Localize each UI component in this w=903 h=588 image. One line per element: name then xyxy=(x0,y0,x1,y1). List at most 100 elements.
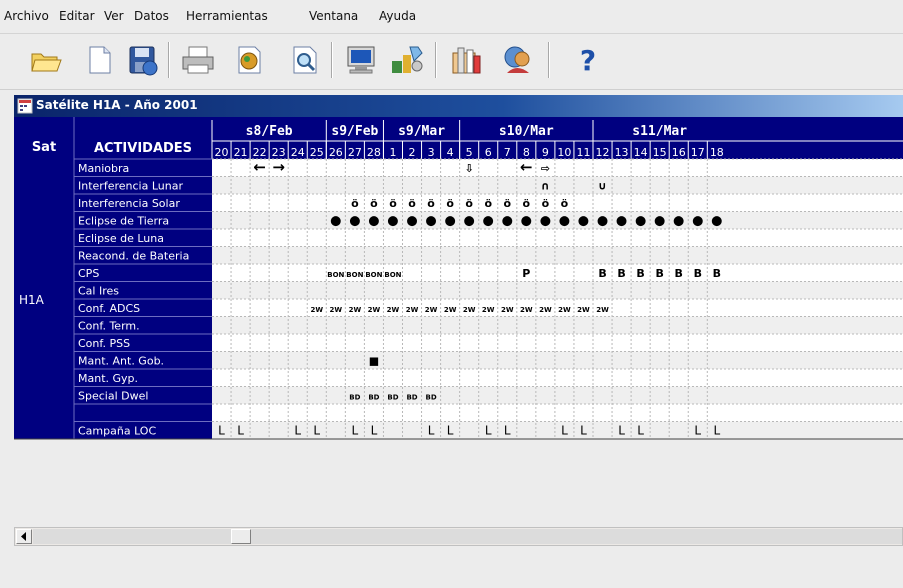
day-header: 1 xyxy=(389,146,396,159)
week-header: s10/Mar xyxy=(499,124,554,139)
activity-mark: 2W xyxy=(558,306,571,314)
activity-mark: BD xyxy=(368,394,379,402)
row-stripe xyxy=(212,351,903,369)
new-document-icon[interactable] xyxy=(79,40,119,80)
activity-mark: 2W xyxy=(310,306,323,314)
scrollbar-thumb[interactable] xyxy=(231,529,251,544)
activity-mark: 2W xyxy=(444,306,457,314)
activity-mark: ● xyxy=(616,214,627,229)
export-icon[interactable] xyxy=(229,40,269,80)
row-stripe xyxy=(212,281,903,299)
activity-mark: ∩ xyxy=(541,180,550,193)
menu-ayuda[interactable]: Ayuda xyxy=(379,9,416,23)
window-title-bar[interactable]: Satélite H1A - Año 2001 xyxy=(14,95,903,117)
scroll-left-button[interactable] xyxy=(16,529,32,544)
day-header: 3 xyxy=(428,146,435,159)
activity-mark: L xyxy=(352,424,359,438)
activity-mark: 2W xyxy=(463,306,476,314)
day-header: 15 xyxy=(653,146,667,159)
window-title: Satélite H1A - Año 2001 xyxy=(36,98,198,112)
row-stripe xyxy=(212,386,903,404)
activity-label: Interferencia Solar xyxy=(78,197,180,210)
activity-mark: 2W xyxy=(539,306,552,314)
day-header: 18 xyxy=(710,146,724,159)
activity-mark: 2W xyxy=(520,306,533,314)
row-stripe xyxy=(212,211,903,229)
activity-mark: L xyxy=(694,424,701,438)
menu-editar[interactable]: Editar xyxy=(59,9,95,23)
activity-mark: ■ xyxy=(369,355,379,368)
activity-mark: ● xyxy=(425,214,436,229)
activity-mark: ö xyxy=(523,197,531,210)
help-icon[interactable]: ? xyxy=(568,40,608,80)
horizontal-scrollbar[interactable] xyxy=(14,527,903,546)
activity-mark: L xyxy=(428,424,435,438)
activity-mark: BON xyxy=(346,271,363,279)
activity-mark: ö xyxy=(408,197,416,210)
activity-mark: L xyxy=(294,424,301,438)
print-icon[interactable] xyxy=(178,40,218,80)
activity-mark: ● xyxy=(387,214,398,229)
activity-mark: 2W xyxy=(596,306,609,314)
activity-mark: ö xyxy=(542,197,550,210)
activity-mark: ● xyxy=(635,214,646,229)
day-header: 27 xyxy=(348,146,362,159)
scrollbar-track[interactable] xyxy=(33,529,902,544)
activity-mark: ● xyxy=(521,214,532,229)
arrow-left-icon xyxy=(21,532,26,541)
week-header: s11/Mar xyxy=(632,124,687,139)
activity-mark: L xyxy=(218,424,225,438)
activity-mark: 2W xyxy=(349,306,362,314)
sat-label: H1A xyxy=(19,293,45,307)
activity-mark: L xyxy=(237,424,244,438)
preview-icon[interactable] xyxy=(285,40,325,80)
activity-mark: ● xyxy=(711,214,722,229)
activity-mark: ← xyxy=(253,158,266,176)
menu-archivo[interactable]: Archivo xyxy=(4,9,49,23)
activity-mark: ∪ xyxy=(598,180,607,193)
day-header: 26 xyxy=(329,146,343,159)
activity-label: Conf. PSS xyxy=(78,337,130,350)
activity-mark: B xyxy=(694,267,702,280)
week-header: s9/Mar xyxy=(398,124,445,139)
day-header: 28 xyxy=(367,146,381,159)
settings-icon[interactable] xyxy=(447,40,487,80)
activity-label: Eclipse de Luna xyxy=(78,232,164,245)
open-folder-icon[interactable] xyxy=(26,40,66,80)
day-header: 25 xyxy=(310,146,324,159)
user-icon[interactable] xyxy=(497,40,537,80)
activity-mark: L xyxy=(371,424,378,438)
menu-herramientas[interactable]: Herramientas xyxy=(186,9,268,23)
activity-mark: ● xyxy=(483,214,494,229)
row-stripe xyxy=(212,246,903,264)
day-header: 24 xyxy=(291,146,305,159)
activity-label: Mant. Gyp. xyxy=(78,372,138,385)
menu-ventana[interactable]: Ventana xyxy=(309,9,358,23)
activity-mark: ö xyxy=(561,197,569,210)
save-icon[interactable] xyxy=(123,40,163,80)
activity-mark: ● xyxy=(597,214,608,229)
toolbar: ? xyxy=(0,34,903,90)
day-header: 10 xyxy=(557,146,571,159)
activity-mark: ö xyxy=(370,197,378,210)
activity-mark: P xyxy=(522,267,530,280)
menu-ver[interactable]: Ver xyxy=(104,9,124,23)
week-header: s9/Feb xyxy=(331,124,378,139)
menu-datos[interactable]: Datos xyxy=(134,9,169,23)
activity-label: CPS xyxy=(78,267,99,280)
activity-grid: Sat ACTIVIDADES H1A s8/Feb s9/Feb s9/Mar s10/M… xyxy=(14,117,903,588)
day-header: 12 xyxy=(596,146,610,159)
activity-mark: ö xyxy=(446,197,454,210)
activity-mark: ● xyxy=(578,214,589,229)
tools-icon[interactable] xyxy=(386,40,426,80)
toolbar-separator xyxy=(331,42,333,78)
day-header: 20 xyxy=(215,146,229,159)
activity-mark: B xyxy=(598,267,606,280)
activity-label: Campaña LOC xyxy=(78,425,156,438)
activities-header: ACTIVIDADES xyxy=(94,141,192,156)
activity-mark: ● xyxy=(540,214,551,229)
monitor-icon[interactable] xyxy=(341,40,381,80)
activity-mark: 2W xyxy=(482,306,495,314)
activity-mark: BON xyxy=(384,271,401,279)
activity-mark: ö xyxy=(427,197,435,210)
